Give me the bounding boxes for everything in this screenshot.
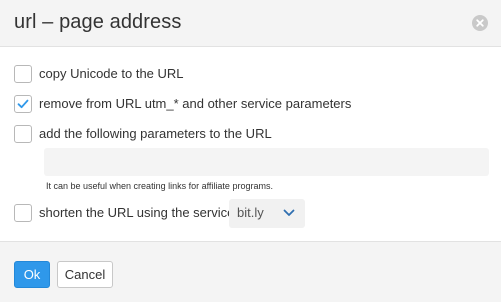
checkmark-icon — [17, 99, 29, 109]
shorten-url-checkbox[interactable] — [14, 204, 32, 222]
dialog-header: url – page address — [0, 0, 501, 47]
params-hint: It can be useful when creating links for… — [46, 181, 273, 191]
chevron-down-icon — [283, 209, 295, 216]
add-params-label: add the following parameters to the URL — [39, 126, 272, 141]
cancel-button[interactable]: Cancel — [57, 261, 113, 288]
copy-unicode-label: copy Unicode to the URL — [39, 66, 184, 81]
remove-utm-label: remove from URL utm_* and other service … — [39, 96, 352, 111]
dialog-footer: Ok Cancel — [0, 241, 501, 302]
add-params-checkbox[interactable] — [14, 125, 32, 143]
service-selected-value: bit.ly — [237, 205, 264, 220]
shorten-url-label: shorten the URL using the service — [39, 205, 235, 220]
service-select[interactable]: bit.ly — [229, 199, 305, 228]
close-icon[interactable] — [472, 15, 488, 31]
dialog-title: url – page address — [14, 11, 182, 33]
ok-button[interactable]: Ok — [14, 261, 50, 288]
remove-utm-checkbox[interactable] — [14, 95, 32, 113]
params-input[interactable] — [44, 148, 489, 176]
copy-unicode-checkbox[interactable] — [14, 65, 32, 83]
